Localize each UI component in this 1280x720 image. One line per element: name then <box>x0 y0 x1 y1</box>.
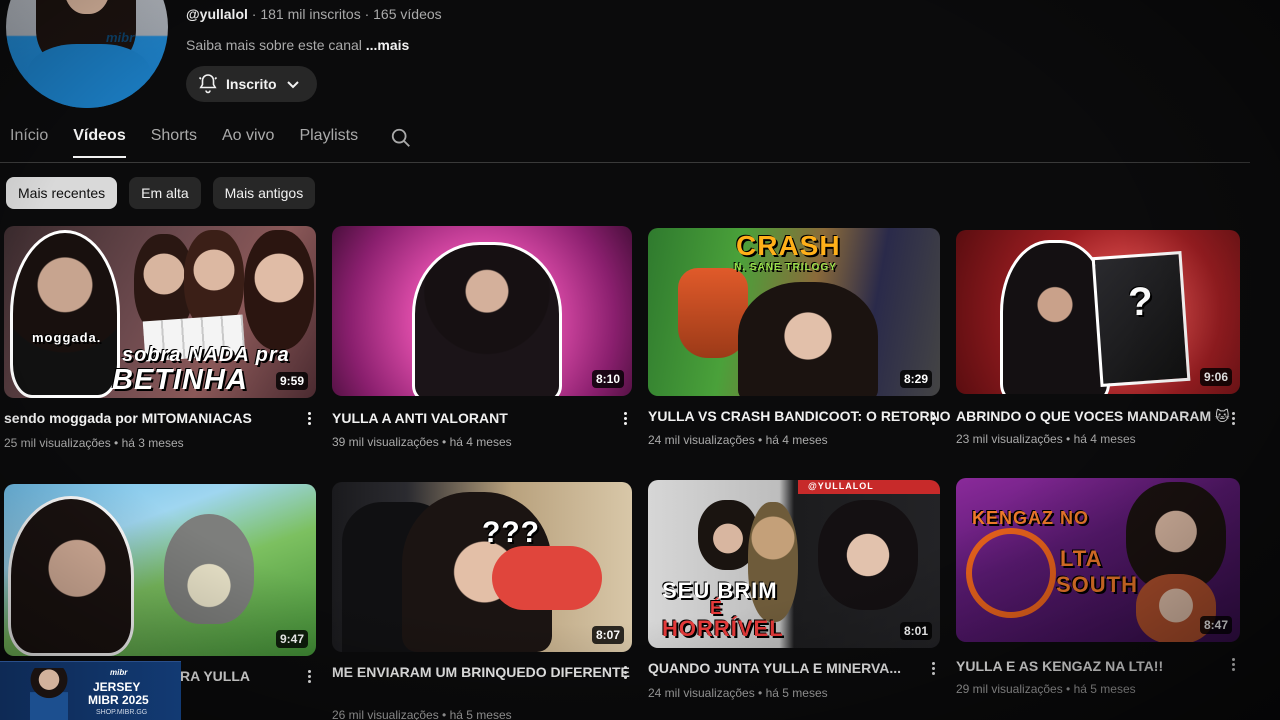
subscribed-button[interactable]: Inscrito <box>186 66 317 102</box>
video-title[interactable]: YULLA E AS KENGAZ NA LTA!! <box>956 658 1163 674</box>
video-meta: 25 mil visualizações • há 3 meses <box>4 436 184 450</box>
more-options-icon[interactable] <box>930 662 936 675</box>
video-card[interactable]: moggada. sobra NADA pra BETINHA 9:59 sen… <box>4 226 316 450</box>
sponsor-line: JERSEY <box>93 680 141 694</box>
thumb-text: CRASH <box>736 230 841 261</box>
avatar-shirt <box>28 44 150 108</box>
thumb-text: N. SANE TRILOGY <box>734 262 837 273</box>
thumb-text: HORRÍVEL <box>662 616 784 641</box>
channel-avatar[interactable]: mibr <box>6 0 168 108</box>
thumb-text: SOUTH <box>1056 572 1138 597</box>
thumb-text: moggada. <box>32 330 102 345</box>
video-title[interactable]: ME ENVIARAM UM BRINQUEDO DIFERENTE <box>332 664 630 680</box>
video-duration: 8:07 <box>591 626 624 644</box>
video-meta: 24 mil visualizações • há 5 meses <box>648 686 828 700</box>
video-title[interactable]: YULLA VS CRASH BANDICOOT: O RETORNO <box>648 408 951 424</box>
more-options-icon[interactable] <box>622 666 628 679</box>
thumb-text: KENGAZ NO <box>972 508 1089 528</box>
bell-icon <box>196 72 220 96</box>
video-card[interactable]: KENGAZ NO LTA SOUTH 8:47 YULLA E AS KENG… <box>956 478 1240 696</box>
video-card[interactable]: 9:47 RA YULLA <box>4 484 316 684</box>
video-thumbnail[interactable]: moggada. sobra NADA pra BETINHA 9:59 <box>4 226 316 398</box>
more-options-icon[interactable] <box>930 412 936 425</box>
sponsor-line: MIBR 2025 <box>88 693 149 707</box>
thumb-logo <box>966 528 1056 618</box>
thumb-text: @YULLALOL <box>808 481 874 491</box>
channel-tabs: Início Vídeos Shorts Ao vivo Playlists <box>10 126 412 162</box>
video-meta: 29 mil visualizações • há 5 meses <box>956 682 1136 696</box>
video-duration: 9:06 <box>1199 368 1232 386</box>
tab-live[interactable]: Ao vivo <box>222 126 274 158</box>
video-card[interactable]: CRASH N. SANE TRILOGY 8:29 YULLA VS CRAS… <box>648 228 951 447</box>
sponsor-url: SHOP.MIBR.GG <box>96 709 148 716</box>
channel-stats: · 181 mil inscritos · 165 vídeos <box>247 6 442 22</box>
video-title[interactable]: RA YULLA <box>180 668 250 684</box>
video-duration: 8:29 <box>899 370 932 388</box>
thumb-person <box>738 282 878 396</box>
chip-oldest[interactable]: Mais antigos <box>212 177 316 209</box>
video-card[interactable]: 8:10 YULLA A ANTI VALORANT 39 mil visual… <box>332 226 632 449</box>
subscribed-label: Inscrito <box>226 76 277 92</box>
sponsor-banner[interactable]: mibr JERSEY MIBR 2025 SHOP.MIBR.GG <box>0 661 181 720</box>
tab-shorts[interactable]: Shorts <box>151 126 197 158</box>
video-thumbnail[interactable]: ? 9:06 <box>956 230 1240 394</box>
video-duration: 9:59 <box>275 372 308 390</box>
search-icon[interactable] <box>390 127 412 154</box>
video-title[interactable]: ABRINDO O QUE VOCES MANDARAM 🐱 <box>956 408 1230 425</box>
video-meta: 39 mil visualizações • há 4 meses <box>332 435 512 449</box>
video-meta: 24 mil visualizações • há 4 meses <box>648 433 828 447</box>
thumb-text: LTA <box>1060 546 1103 571</box>
video-duration: 8:47 <box>1199 616 1232 634</box>
tab-home[interactable]: Início <box>10 126 48 158</box>
video-duration: 9:47 <box>275 630 308 648</box>
video-title[interactable]: QUANDO JUNTA YULLA E MINERVA... <box>648 660 901 676</box>
more-options-icon[interactable] <box>306 412 312 425</box>
video-thumbnail[interactable]: CRASH N. SANE TRILOGY 8:29 <box>648 228 940 396</box>
video-card[interactable]: ? 9:06 ABRINDO O QUE VOCES MANDARAM 🐱 23… <box>956 230 1240 446</box>
thumb-person <box>412 242 562 396</box>
chip-popular[interactable]: Em alta <box>129 177 201 209</box>
more-options-icon[interactable] <box>1230 658 1236 671</box>
thumb-text: ? <box>1128 280 1154 324</box>
video-card[interactable]: ??? 8:07 ME ENVIARAM UM BRINQUEDO DIFERE… <box>332 482 632 720</box>
channel-about[interactable]: Saiba mais sobre este canal ...mais <box>186 37 409 53</box>
tab-playlists[interactable]: Playlists <box>299 126 358 158</box>
video-thumbnail[interactable]: ??? 8:07 <box>332 482 632 652</box>
chevron-down-icon <box>283 74 303 94</box>
video-card[interactable]: @YULLALOL SEU BRIM É HORRÍVEL 8:01 QUAND… <box>648 480 940 700</box>
thumb-text: BETINHA <box>112 364 248 396</box>
thumb-person <box>8 496 134 656</box>
video-title[interactable]: YULLA A ANTI VALORANT <box>332 410 508 426</box>
video-thumbnail[interactable]: @YULLALOL SEU BRIM É HORRÍVEL 8:01 <box>648 480 940 648</box>
video-thumbnail[interactable]: 8:10 <box>332 226 632 396</box>
thumb-person <box>818 500 918 610</box>
thumb-toy <box>492 546 602 610</box>
sponsor-model-image <box>30 668 68 720</box>
tab-videos[interactable]: Vídeos <box>73 126 126 158</box>
channel-handle-line: @yullalol · 181 mil inscritos · 165 víde… <box>186 6 442 22</box>
chip-latest[interactable]: Mais recentes <box>6 177 118 209</box>
more-options-icon[interactable] <box>622 412 628 425</box>
channel-about-text: Saiba mais sobre este canal <box>186 37 366 53</box>
video-thumbnail[interactable]: KENGAZ NO LTA SOUTH 8:47 <box>956 478 1240 642</box>
thumb-person <box>10 230 120 398</box>
more-options-icon[interactable] <box>1230 412 1236 425</box>
tabs-divider <box>0 162 1250 163</box>
video-duration: 8:10 <box>591 370 624 388</box>
thumb-person <box>244 230 314 350</box>
more-options-icon[interactable] <box>306 670 312 683</box>
video-meta: 26 mil visualizações • há 5 meses <box>332 708 512 720</box>
channel-about-more[interactable]: ...mais <box>366 37 410 53</box>
thumb-totoro <box>164 514 254 624</box>
video-meta: 23 mil visualizações • há 4 meses <box>956 432 1136 446</box>
thumb-text: ??? <box>482 516 540 549</box>
channel-handle: @yullalol <box>186 6 248 22</box>
thumb-person <box>748 502 798 622</box>
video-title[interactable]: sendo moggada por MITOMANIACAS <box>4 410 252 426</box>
video-thumbnail[interactable]: 9:47 <box>4 484 316 656</box>
sort-chips: Mais recentes Em alta Mais antigos <box>6 177 316 209</box>
avatar-shirt-logo: mibr <box>106 30 135 45</box>
video-duration: 8:01 <box>899 622 932 640</box>
sponsor-brand: mibr <box>110 668 128 677</box>
